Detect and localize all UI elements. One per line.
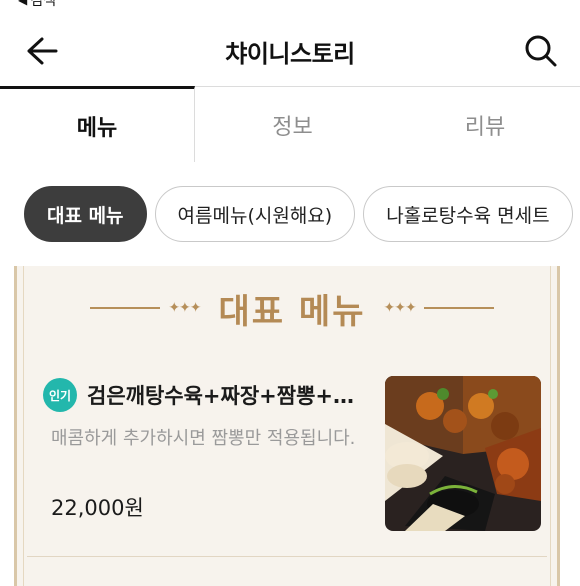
- menu-item-card[interactable]: 인기 검은깨탕수육+짜장+짬뽕+… 매콤하게 추가하시면 짬뽕만 적용됩니다. …: [17, 366, 557, 546]
- header: 챠이니스토리: [0, 18, 580, 84]
- category-chips: 대표 메뉴 여름메뉴(시원해요) 나홀로탕수육 면세트: [24, 186, 573, 242]
- chip-summer-menu[interactable]: 여름메뉴(시원해요): [154, 186, 356, 242]
- arrow-left-icon[interactable]: [26, 36, 58, 66]
- tab-bar: 메뉴 정보 리뷰: [0, 86, 580, 162]
- section-header: ✦✦✦ 대표 메뉴 ✦✦✦: [77, 288, 507, 332]
- tab-menu[interactable]: 메뉴: [0, 86, 195, 162]
- section-title: 대표 메뉴: [218, 291, 366, 332]
- chip-solo-set[interactable]: 나홀로탕수육 면세트: [363, 186, 573, 242]
- decor-line-right: [423, 307, 494, 309]
- menu-item-description: 매콤하게 추가하시면 짬뽕만 적용됩니다.: [51, 428, 356, 449]
- decor-diamonds-left-icon: ✦✦✦: [168, 300, 201, 316]
- decor-diamonds-right-icon: ✦✦✦: [383, 300, 416, 316]
- item-divider: [27, 556, 547, 557]
- page-title: 챠이니스토리: [225, 39, 355, 68]
- tab-info[interactable]: 정보: [195, 86, 390, 162]
- menu-item-photo: [385, 376, 541, 531]
- decor-line-left: [90, 307, 161, 309]
- back-triangle-icon: ◀: [18, 0, 28, 7]
- popular-badge: 인기: [43, 378, 77, 412]
- menu-item-name: 검은깨탕수육+짜장+짬뽕+…: [87, 384, 354, 408]
- status-bar-back[interactable]: ◀ 검색: [18, 0, 56, 9]
- menu-board: ✦✦✦ 대표 메뉴 ✦✦✦ 인기 검은깨탕수육+짜장+짬뽕+… 매콤하게 추가하…: [14, 266, 560, 586]
- status-back-label: 검색: [30, 0, 56, 9]
- chip-signature-menu[interactable]: 대표 메뉴: [24, 186, 147, 242]
- tab-reviews[interactable]: 리뷰: [390, 86, 580, 162]
- search-icon[interactable]: [524, 34, 558, 68]
- menu-item-price: 22,000원: [51, 496, 144, 520]
